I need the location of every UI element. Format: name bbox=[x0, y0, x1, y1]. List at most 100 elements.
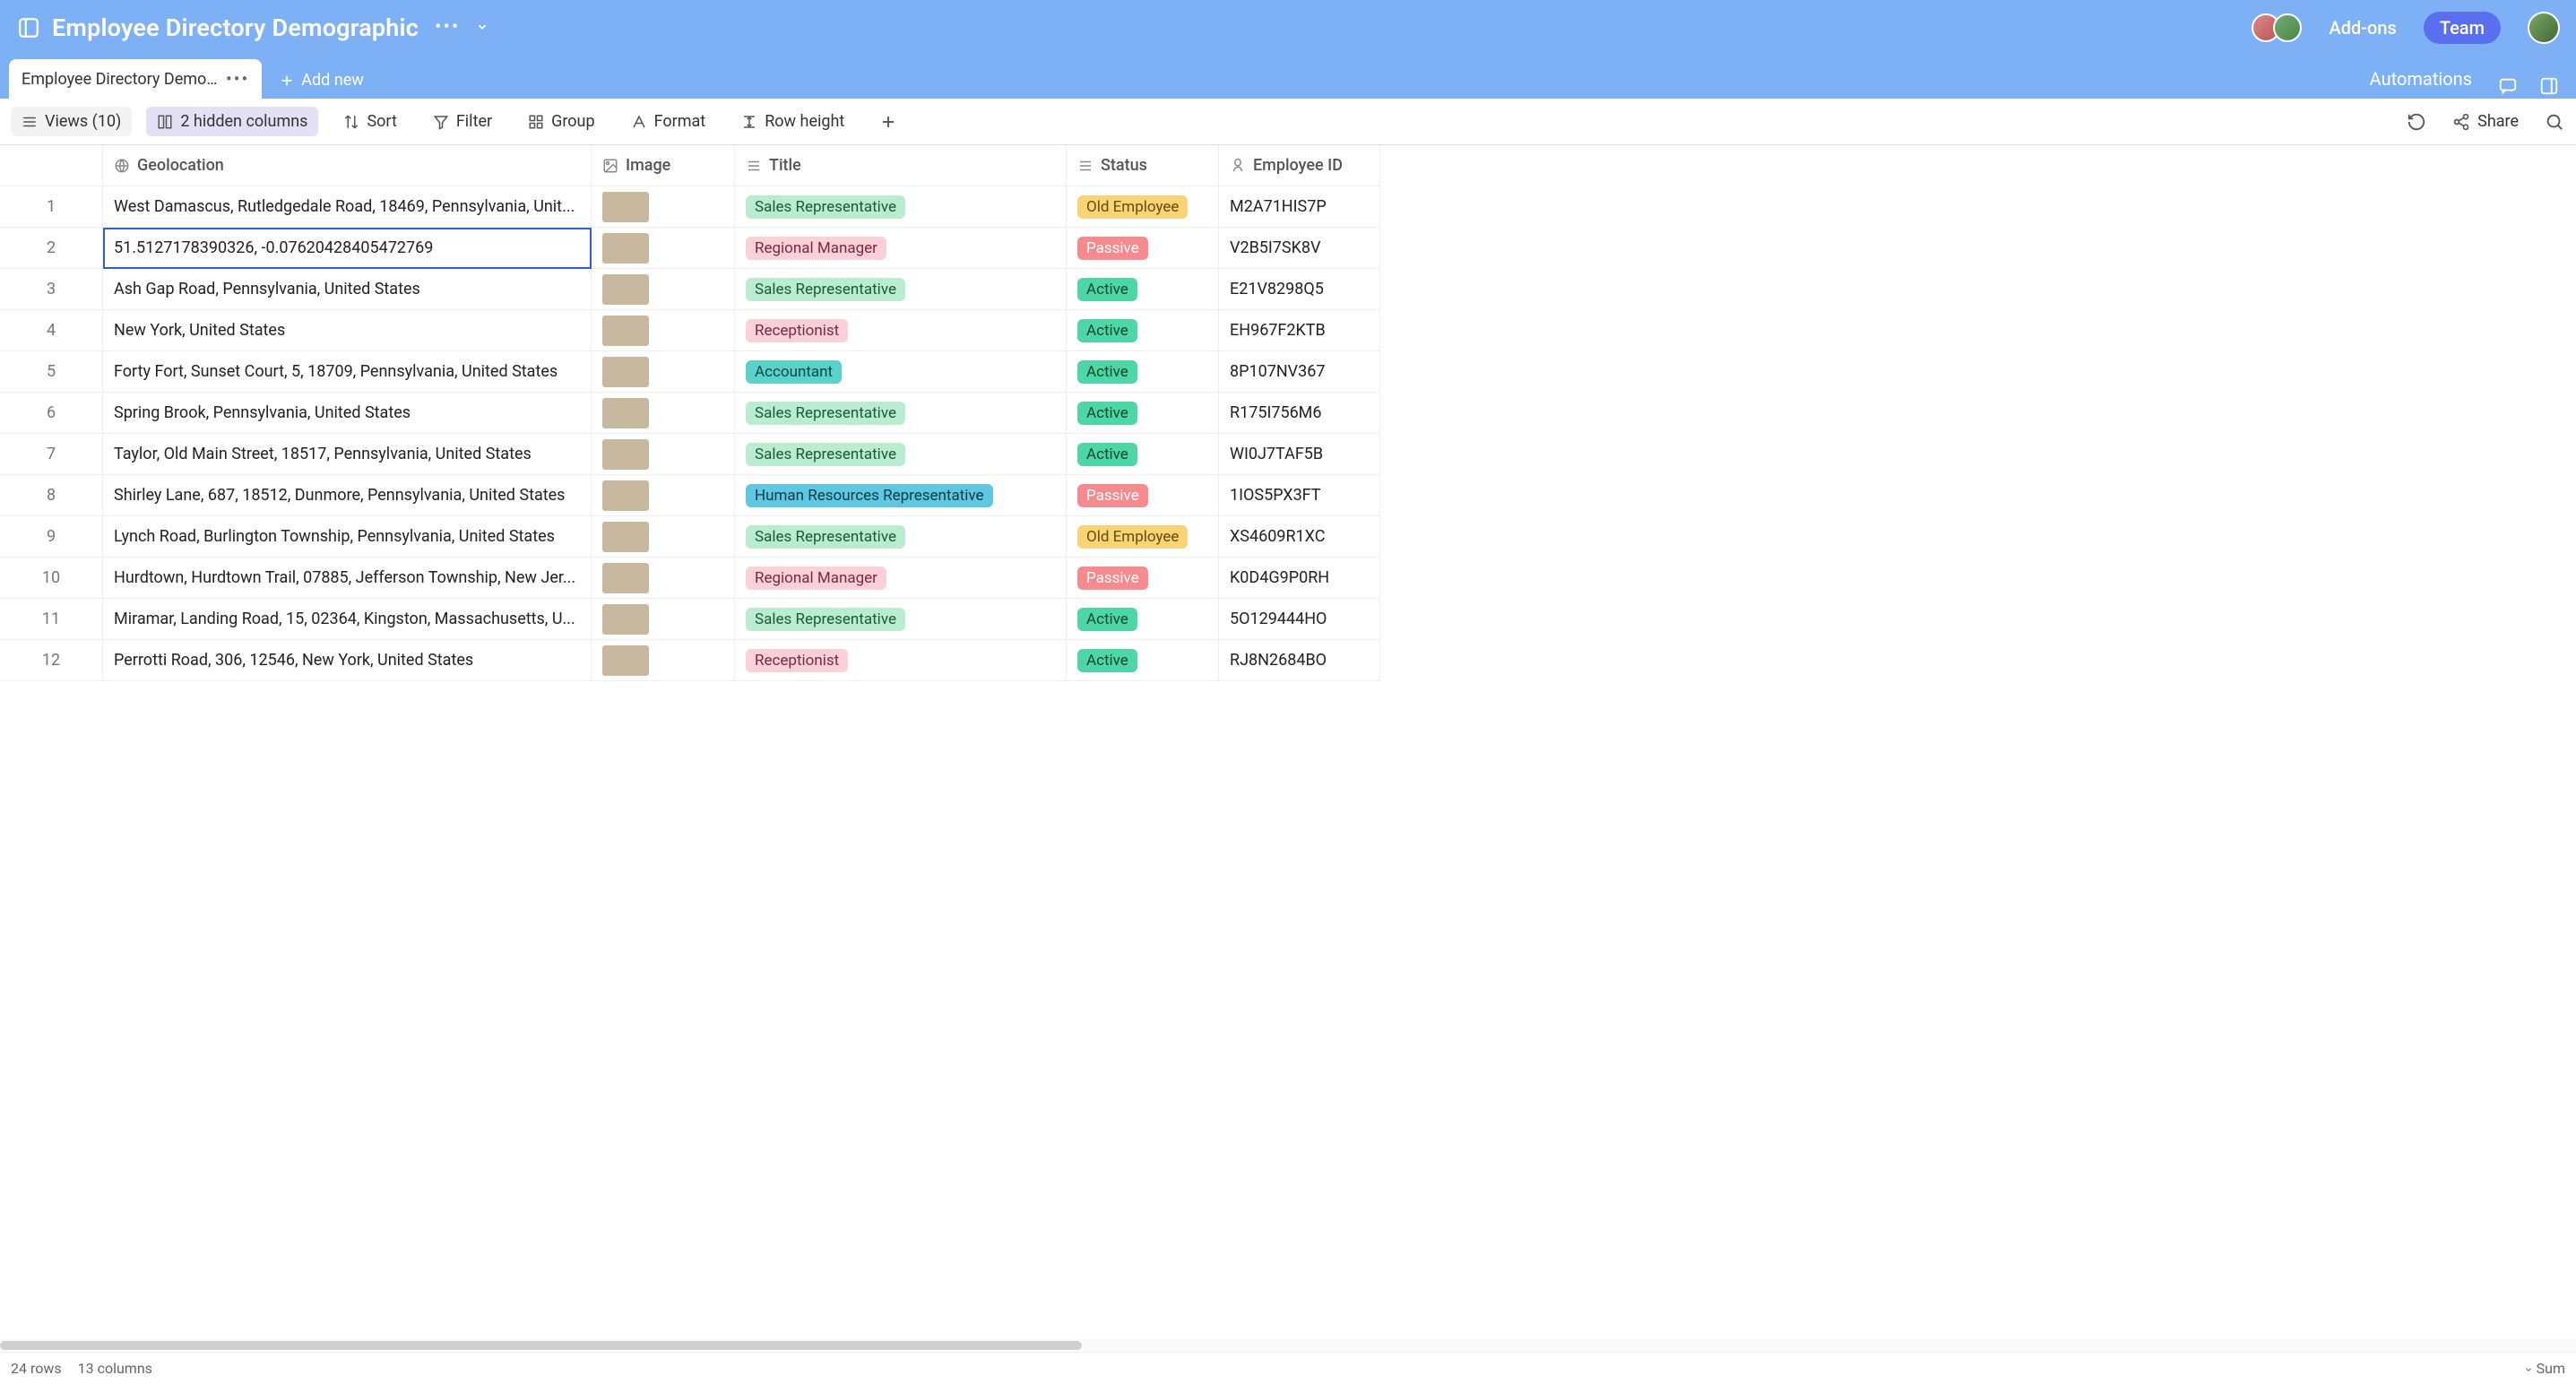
cell-geolocation[interactable]: Forty Fort, Sunset Court, 5, 18709, Penn… bbox=[103, 351, 592, 393]
cell-status[interactable]: Active bbox=[1067, 269, 1219, 310]
chevron-down-icon[interactable] bbox=[476, 20, 488, 37]
cell-title[interactable]: Sales Representative bbox=[735, 186, 1067, 228]
image-thumbnail[interactable] bbox=[602, 563, 649, 593]
col-header-status[interactable]: Status bbox=[1067, 145, 1219, 186]
row-number[interactable]: 10 bbox=[0, 558, 103, 599]
cell-geolocation[interactable]: Spring Brook, Pennsylvania, United State… bbox=[103, 393, 592, 434]
undo-icon[interactable] bbox=[2406, 111, 2427, 133]
more-icon[interactable]: ••• bbox=[435, 18, 460, 38]
hidden-columns-button[interactable]: 2 hidden columns bbox=[146, 107, 318, 136]
row-number[interactable]: 11 bbox=[0, 599, 103, 640]
collaborator-avatars[interactable] bbox=[2259, 13, 2302, 42]
cell-employee-id[interactable]: 8P107NV367 bbox=[1219, 351, 1380, 393]
image-thumbnail[interactable] bbox=[602, 439, 649, 470]
col-header-image[interactable]: Image bbox=[592, 145, 735, 186]
image-thumbnail[interactable] bbox=[602, 357, 649, 387]
cell-image[interactable] bbox=[592, 186, 735, 228]
cell-geolocation[interactable]: 51.5127178390326, -0.07620428405472769 bbox=[103, 228, 592, 269]
cell-title[interactable]: Accountant bbox=[735, 351, 1067, 393]
base-title[interactable]: Employee Directory Demographic bbox=[52, 13, 419, 42]
row-number[interactable]: 6 bbox=[0, 393, 103, 434]
cell-status[interactable]: Active bbox=[1067, 599, 1219, 640]
cell-title[interactable]: Regional Manager bbox=[735, 228, 1067, 269]
cell-geolocation[interactable]: Perrotti Road, 306, 12546, New York, Uni… bbox=[103, 640, 592, 681]
cell-status[interactable]: Old Employee bbox=[1067, 186, 1219, 228]
cell-status[interactable]: Active bbox=[1067, 434, 1219, 475]
image-thumbnail[interactable] bbox=[602, 192, 649, 222]
cell-geolocation[interactable]: New York, United States bbox=[103, 310, 592, 351]
views-button[interactable]: Views (10) bbox=[11, 107, 132, 136]
row-number[interactable]: 7 bbox=[0, 434, 103, 475]
row-number[interactable]: 4 bbox=[0, 310, 103, 351]
image-thumbnail[interactable] bbox=[602, 398, 649, 428]
row-number[interactable]: 8 bbox=[0, 475, 103, 516]
cell-status[interactable]: Passive bbox=[1067, 475, 1219, 516]
cell-geolocation[interactable]: Miramar, Landing Road, 15, 02364, Kingst… bbox=[103, 599, 592, 640]
cell-employee-id[interactable]: K0D4G9P0RH bbox=[1219, 558, 1380, 599]
cell-employee-id[interactable]: E21V8298Q5 bbox=[1219, 269, 1380, 310]
rownum-header[interactable] bbox=[0, 145, 103, 186]
image-thumbnail[interactable] bbox=[602, 480, 649, 511]
cell-title[interactable]: Sales Representative bbox=[735, 599, 1067, 640]
row-number[interactable]: 3 bbox=[0, 269, 103, 310]
add-column-button[interactable] bbox=[869, 108, 907, 135]
cell-image[interactable] bbox=[592, 269, 735, 310]
col-header-employee-id[interactable]: Employee ID bbox=[1219, 145, 1380, 186]
cell-employee-id[interactable]: 5O129444HO bbox=[1219, 599, 1380, 640]
image-thumbnail[interactable] bbox=[602, 233, 649, 264]
cell-image[interactable] bbox=[592, 558, 735, 599]
data-grid[interactable]: Geolocation Image Title Status Employee … bbox=[0, 145, 2576, 681]
row-number[interactable]: 2 bbox=[0, 228, 103, 269]
cell-status[interactable]: Active bbox=[1067, 351, 1219, 393]
cell-geolocation[interactable]: West Damascus, Rutledgedale Road, 18469,… bbox=[103, 186, 592, 228]
active-tab[interactable]: Employee Directory Demog... ••• bbox=[9, 59, 262, 99]
horizontal-scrollbar[interactable] bbox=[0, 1339, 2576, 1352]
cell-geolocation[interactable]: Taylor, Old Main Street, 18517, Pennsylv… bbox=[103, 434, 592, 475]
comments-icon[interactable] bbox=[2495, 74, 2520, 99]
col-header-geolocation[interactable]: Geolocation bbox=[103, 145, 592, 186]
group-button[interactable]: Group bbox=[517, 107, 605, 136]
cell-image[interactable] bbox=[592, 228, 735, 269]
cell-employee-id[interactable]: XS4609R1XC bbox=[1219, 516, 1380, 558]
image-thumbnail[interactable] bbox=[602, 274, 649, 305]
scrollbar-thumb[interactable] bbox=[0, 1341, 1082, 1350]
cell-image[interactable] bbox=[592, 434, 735, 475]
cell-geolocation[interactable]: Shirley Lane, 687, 18512, Dunmore, Penns… bbox=[103, 475, 592, 516]
summary-dropdown[interactable]: Sum bbox=[2524, 1360, 2565, 1377]
row-number[interactable]: 9 bbox=[0, 516, 103, 558]
cell-status[interactable]: Active bbox=[1067, 393, 1219, 434]
cell-status[interactable]: Passive bbox=[1067, 558, 1219, 599]
image-thumbnail[interactable] bbox=[602, 316, 649, 346]
cell-image[interactable] bbox=[592, 640, 735, 681]
row-number[interactable]: 1 bbox=[0, 186, 103, 228]
cell-title[interactable]: Human Resources Representative bbox=[735, 475, 1067, 516]
cell-status[interactable]: Active bbox=[1067, 640, 1219, 681]
cell-employee-id[interactable]: R175I756M6 bbox=[1219, 393, 1380, 434]
team-button[interactable]: Team bbox=[2424, 12, 2501, 44]
cell-image[interactable] bbox=[592, 310, 735, 351]
cell-employee-id[interactable]: 1IOS5PX3FT bbox=[1219, 475, 1380, 516]
image-thumbnail[interactable] bbox=[602, 522, 649, 552]
cell-title[interactable]: Sales Representative bbox=[735, 269, 1067, 310]
col-header-title[interactable]: Title bbox=[735, 145, 1067, 186]
row-number[interactable]: 12 bbox=[0, 640, 103, 681]
share-button[interactable]: Share bbox=[2442, 107, 2529, 136]
cell-geolocation[interactable]: Ash Gap Road, Pennsylvania, United State… bbox=[103, 269, 592, 310]
cell-status[interactable]: Old Employee bbox=[1067, 516, 1219, 558]
cell-title[interactable]: Receptionist bbox=[735, 310, 1067, 351]
cell-title[interactable]: Receptionist bbox=[735, 640, 1067, 681]
cell-title[interactable]: Regional Manager bbox=[735, 558, 1067, 599]
cell-title[interactable]: Sales Representative bbox=[735, 434, 1067, 475]
addons-button[interactable]: Add-ons bbox=[2329, 17, 2396, 39]
row-height-button[interactable]: Row height bbox=[730, 107, 855, 136]
cell-title[interactable]: Sales Representative bbox=[735, 516, 1067, 558]
row-number[interactable]: 5 bbox=[0, 351, 103, 393]
sort-button[interactable]: Sort bbox=[333, 107, 407, 136]
cell-employee-id[interactable]: WI0J7TAF5B bbox=[1219, 434, 1380, 475]
cell-employee-id[interactable]: M2A71HIS7P bbox=[1219, 186, 1380, 228]
profile-avatar[interactable] bbox=[2528, 12, 2560, 44]
cell-geolocation[interactable]: Lynch Road, Burlington Township, Pennsyl… bbox=[103, 516, 592, 558]
format-button[interactable]: Format bbox=[620, 107, 717, 136]
automations-button[interactable]: Automations bbox=[2357, 59, 2485, 99]
base-icon[interactable] bbox=[16, 15, 41, 40]
